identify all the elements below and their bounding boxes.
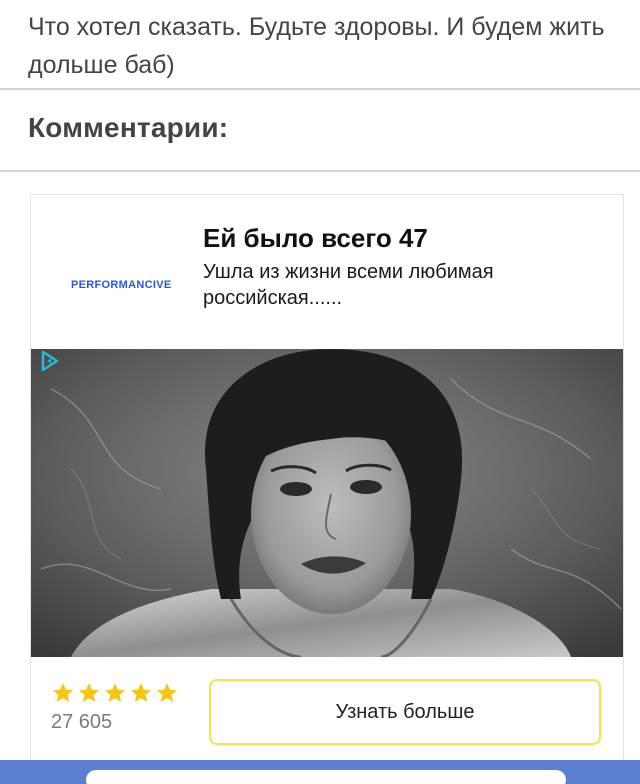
star-icon bbox=[79, 683, 99, 702]
ad-image[interactable] bbox=[31, 349, 623, 657]
divider bbox=[0, 170, 640, 172]
rating: 27 605 bbox=[51, 681, 179, 734]
comments-heading: Комментарии: bbox=[28, 112, 229, 143]
divider bbox=[0, 88, 640, 90]
advertiser-logo[interactable]: PERFORMANCIVE bbox=[71, 279, 181, 291]
star-icon bbox=[105, 683, 125, 702]
star-icon bbox=[157, 683, 177, 702]
ad-card[interactable]: PERFORMANCIVE Ей было всего 47 Ушла из ж… bbox=[30, 194, 624, 762]
rating-count: 27 605 bbox=[51, 711, 113, 733]
bottom-input-pill[interactable] bbox=[86, 770, 566, 784]
portrait-photo bbox=[31, 349, 623, 657]
ad-description[interactable]: Ушла из жизни всеми любимая российская..… bbox=[203, 259, 583, 311]
rating-stars bbox=[51, 681, 179, 705]
ad-choices-icon[interactable] bbox=[40, 350, 60, 372]
bottom-bar bbox=[0, 760, 640, 784]
star-icon bbox=[53, 683, 73, 702]
learn-more-button[interactable]: Узнать больше bbox=[209, 679, 601, 745]
ad-title[interactable]: Ей было всего 47 bbox=[203, 223, 428, 254]
article-text: Что хотел сказать. Будьте здоровы. И буд… bbox=[28, 13, 605, 79]
star-icon bbox=[131, 683, 151, 702]
page: Что хотел сказать. Будьте здоровы. И буд… bbox=[0, 0, 640, 784]
